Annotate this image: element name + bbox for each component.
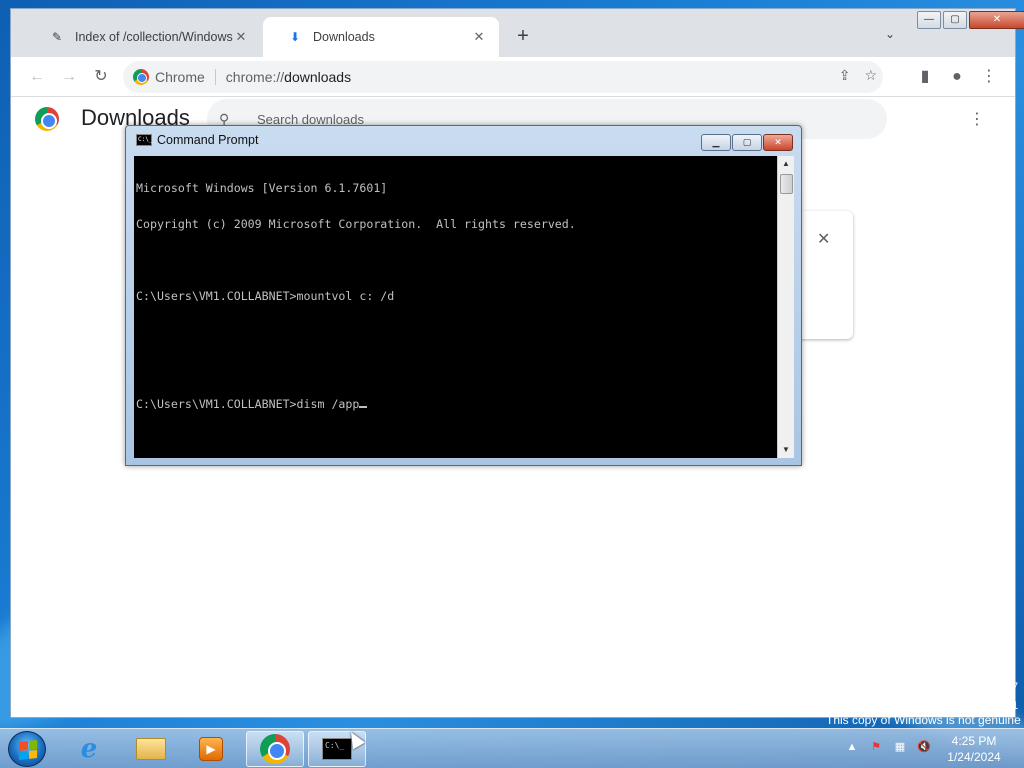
clock-time: 4:25 PM [951,734,997,748]
windows-logo-icon [19,740,37,760]
forward-icon[interactable]: → [55,63,83,91]
scroll-thumb[interactable] [780,174,793,194]
console-line-input: C:\Users\VM1.COLLABNET>dism /app [136,398,772,410]
console-output: Microsoft Windows [Version 6.1.7601] Cop… [136,158,772,434]
tab-index[interactable]: ✎ Index of /collection/Windows 7/ ✕ [25,17,261,57]
tab-strip: ✎ Index of /collection/Windows 7/ ✕ ⬇ Do… [11,9,1024,57]
network-icon[interactable]: ▦ [892,739,908,755]
chrome-icon [260,734,290,764]
tab-close-icon[interactable]: ✕ [233,29,249,45]
console-line: Microsoft Windows [Version 6.1.7601] [136,181,388,195]
card-close-icon[interactable]: ✕ [817,229,830,249]
tab-title: Downloads [313,30,375,44]
window-controls: — ▢ ✕ [917,11,1024,29]
site-chip[interactable]: Chrome [133,69,216,85]
start-button[interactable] [8,731,46,767]
cmd-maximize-button[interactable]: ▢ [732,134,762,151]
build-line: 1 [1012,700,1019,712]
tab-downloads[interactable]: ⬇ Downloads ✕ [263,17,499,57]
cmd-minimize-button[interactable]: ▁ [701,134,731,151]
minimize-button[interactable]: — [917,11,941,29]
downloads-menu-icon[interactable]: ⋮ [969,109,985,129]
close-button[interactable]: ✕ [969,11,1024,29]
tab-search-button[interactable]: ⌄ [885,27,895,41]
taskbar-ie-button[interactable]: e [60,731,118,767]
folder-icon [136,738,166,760]
clock[interactable]: 4:25 PM 1/24/2024 [934,733,1014,765]
chrome-logo-icon [35,107,59,131]
cmd-close-button[interactable]: ✕ [763,134,793,151]
taskbar-media-player-button[interactable]: ▶ [182,731,240,767]
profile-icon[interactable]: ● [943,63,971,91]
clock-date: 1/24/2024 [947,750,1001,764]
maximize-button[interactable]: ▢ [943,11,967,29]
tab-close-icon[interactable]: ✕ [471,29,487,45]
system-tray: ▲ ⚑ ▦ 🔇 [844,739,932,755]
cmd-titlebar[interactable]: C:\_ Command Prompt ▁ ▢ ✕ [126,126,801,154]
console-command: C:\Users\VM1.COLLABNET>dism /app [136,397,360,411]
build-info: 7 1 [1012,678,1018,716]
url-text: chrome://downloads [225,69,352,85]
build-line: 7 [1012,681,1019,693]
omnibox-actions: ⇪ ☆ [839,67,877,84]
menu-icon[interactable]: ⋮ [975,63,1003,91]
new-tab-button[interactable]: + [511,25,535,48]
taskbar-explorer-button[interactable] [122,731,180,767]
side-panel-icon[interactable]: ▮ [911,63,939,91]
share-icon[interactable]: ⇪ [839,67,851,84]
bookmark-star-icon[interactable]: ☆ [864,67,877,84]
action-center-flag-icon[interactable]: ⚑ [868,739,884,755]
cmd-scrollbar[interactable]: ▲ ▼ [777,156,794,458]
page-icon: ✎ [51,30,63,44]
cmd-window-controls: ▁ ▢ ✕ [701,134,793,151]
console-line: Copyright (c) 2009 Microsoft Corporation… [136,217,576,231]
back-icon[interactable]: ← [23,63,51,91]
volume-muted-icon[interactable]: 🔇 [916,739,932,755]
scroll-down-arrow-icon[interactable]: ▼ [778,442,794,458]
console-line: C:\Users\VM1.COLLABNET>mountvol c: /d [136,289,395,303]
genuine-notice: This copy of Windows is not genuine [826,713,1021,727]
text-cursor [359,406,368,408]
cmd-title: Command Prompt [157,133,259,147]
show-hidden-icons-icon[interactable]: ▲ [844,739,860,755]
tab-title: Index of /collection/Windows 7/ [75,30,233,44]
taskbar: e ▶ C:\_ ▲ ⚑ ▦ 🔇 4:25 PM 1/24/2024 [0,728,1024,768]
cmd-console[interactable]: Microsoft Windows [Version 6.1.7601] Cop… [134,156,777,458]
chrome-logo-icon [133,69,149,85]
internet-explorer-icon: e [80,734,98,764]
scroll-up-arrow-icon[interactable]: ▲ [778,156,794,172]
chip-label: Chrome [155,69,205,85]
browser-toolbar: ← → ↻ Chrome chrome://downloads ⇪ ☆ ▮ ● … [11,57,1015,97]
cmd-icon: C:\_ [136,134,152,146]
address-bar[interactable]: Chrome chrome://downloads ⇪ ☆ [123,61,883,93]
reload-icon[interactable]: ↻ [87,63,115,91]
media-player-icon: ▶ [199,737,223,761]
taskbar-chrome-button[interactable] [246,731,304,767]
download-icon: ⬇ [289,30,301,44]
command-prompt-window: C:\_ Command Prompt ▁ ▢ ✕ Microsoft Wind… [125,125,802,466]
